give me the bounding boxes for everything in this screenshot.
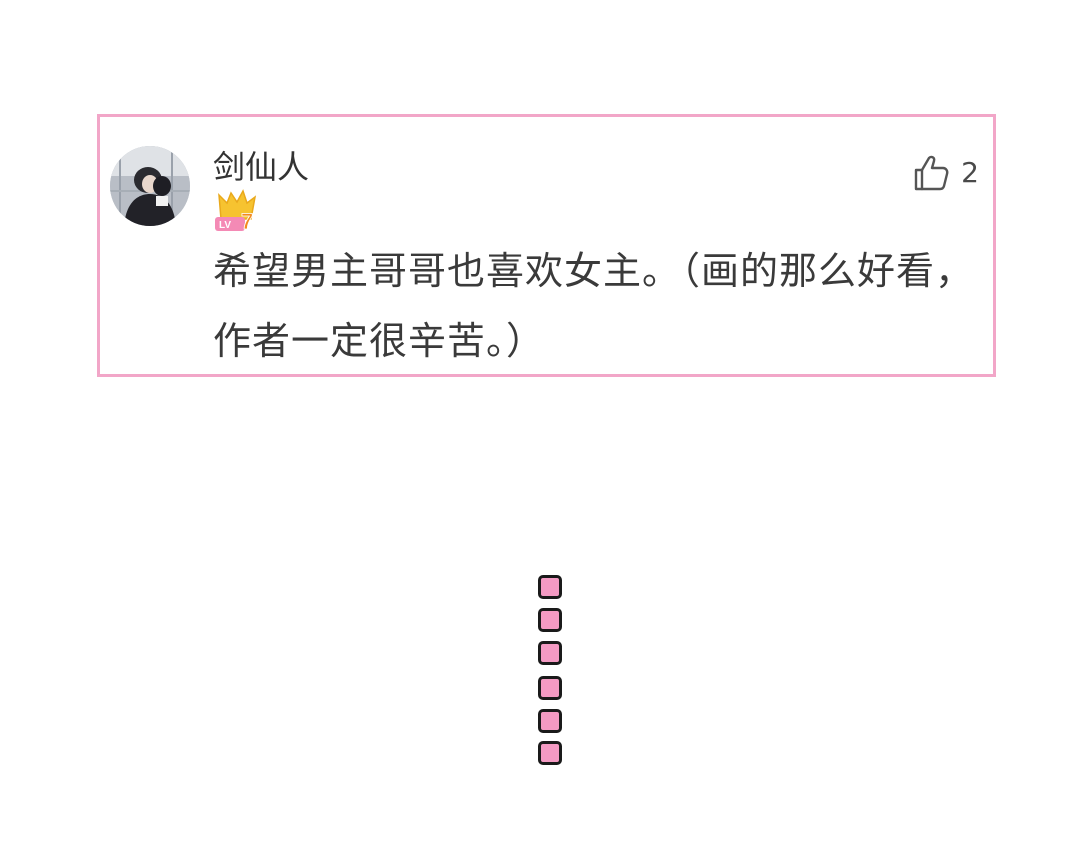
divider-dot (538, 709, 562, 733)
username[interactable]: 剑仙人 (213, 145, 309, 189)
svg-text:LV: LV (219, 220, 231, 231)
divider-dot (538, 575, 562, 599)
comment-text: 希望男主哥哥也喜欢女主。（画的那么好看，作者一定很辛苦。） (213, 249, 975, 363)
divider-dot (538, 676, 562, 700)
vertical-dot-divider (538, 575, 562, 765)
comment-card: 剑仙人 LV 7 2 希望男主哥哥也喜欢女主。（画的那么好看，作者一定很辛苦。） (97, 114, 996, 377)
avatar-image (110, 146, 190, 226)
thumbs-up-icon (914, 155, 949, 191)
divider-dot (538, 641, 562, 665)
avatar[interactable] (110, 146, 190, 226)
level-badge-icon: LV 7 (213, 189, 261, 234)
divider-dot (538, 741, 562, 765)
svg-text:7: 7 (241, 209, 253, 233)
divider-dot (538, 608, 562, 632)
like-button[interactable]: 2 (911, 151, 979, 195)
like-count: 2 (961, 156, 979, 189)
